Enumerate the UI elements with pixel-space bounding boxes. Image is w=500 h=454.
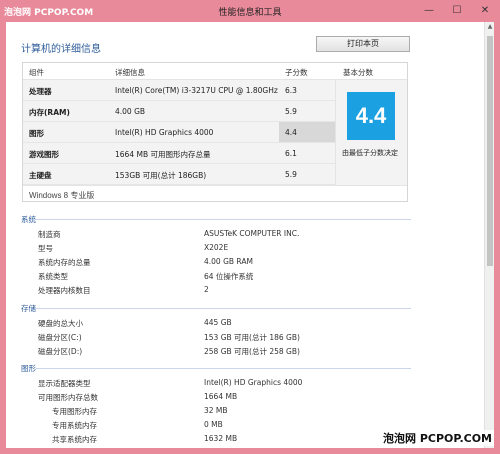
column-details: 详细信息 [115, 68, 145, 77]
row-name: 主硬盘 [29, 171, 52, 180]
detail-row: 制造商 ASUSTeK COMPUTER INC. [38, 229, 398, 241]
vertical-scrollbar[interactable]: ▲ ▼ [484, 22, 494, 448]
detail-row: 磁盘分区(D:) 258 GB 可用(总计 258 GB) [38, 346, 398, 358]
rating-table: 组件 详细信息 子分数 基本分数 处理器 Intel(R) Core(TM) i… [22, 62, 408, 202]
detail-label: 专用系统内存 [52, 421, 97, 430]
column-component: 组件 [29, 68, 44, 77]
detail-value: 64 位操作系统 [204, 272, 254, 281]
rating-row-processor: 处理器 Intel(R) Core(TM) i3-3217U CPU @ 1.8… [23, 80, 335, 101]
detail-value: 32 MB [204, 406, 228, 415]
page-title: 计算机的详细信息 [21, 44, 101, 55]
section-divider [36, 219, 411, 220]
row-detail: Intel(R) Core(TM) i3-3217U CPU @ 1.80GHz [115, 86, 278, 95]
row-score: 5.9 [285, 107, 297, 116]
row-score: 4.4 [285, 128, 297, 137]
rating-row-primary-disk: 主硬盘 153GB 可用(总计 186GB) 5.9 [23, 164, 335, 185]
detail-label: 磁盘分区(D:) [38, 347, 83, 356]
detail-value: 258 GB 可用(总计 258 GB) [204, 347, 300, 356]
row-name: 游戏图形 [29, 150, 59, 159]
section-divider [36, 368, 411, 369]
detail-row: 型号 X202E [38, 243, 398, 255]
section-divider [36, 308, 411, 309]
watermark-bottom: 泡泡网 PCPOP.COM [381, 430, 494, 446]
detail-label: 处理器内核数目 [38, 286, 91, 295]
detail-row: 系统类型 64 位操作系统 [38, 271, 398, 283]
detail-row: 显示适配器类型 Intel(R) HD Graphics 4000 [38, 378, 398, 390]
detail-value: 1664 MB [204, 392, 238, 401]
section-storage-title: 存储 [21, 304, 36, 313]
detail-value: ASUSTeK COMPUTER INC. [204, 229, 300, 238]
detail-label: 专用图形内存 [52, 407, 97, 416]
row-score: 6.1 [285, 149, 297, 158]
detail-value: X202E [204, 243, 229, 252]
detail-value: 0 MB [204, 420, 223, 429]
row-score: 5.9 [285, 170, 297, 179]
detail-label: 制造商 [38, 230, 61, 239]
client-area: 计算机的详细信息 打印本页 组件 详细信息 子分数 基本分数 处理器 Intel… [6, 22, 494, 448]
detail-row: 专用系统内存 0 MB [38, 420, 398, 432]
detail-row: 处理器内核数目 2 [38, 285, 398, 297]
base-score-panel: 4.4 由最低子分数决定 [335, 80, 407, 185]
detail-value: 153 GB 可用(总计 186 GB) [204, 333, 300, 342]
detail-label: 型号 [38, 244, 53, 253]
rating-row-memory: 内存(RAM) 4.00 GB 5.9 [23, 101, 335, 122]
detail-row: 系统内存的总量 4.00 GB RAM [38, 257, 398, 269]
detail-label: 硬盘的总大小 [38, 319, 83, 328]
row-detail: 1664 MB 可用图形内存总量 [115, 150, 211, 159]
detail-label: 系统类型 [38, 272, 68, 281]
detail-value: 445 GB [204, 318, 232, 327]
row-score: 6.3 [285, 86, 297, 95]
detail-row: 可用图形内存总数 1664 MB [38, 392, 398, 404]
rating-row-graphics: 图形 Intel(R) HD Graphics 4000 4.4 [23, 122, 335, 143]
base-score-caption: 由最低子分数决定 [342, 149, 398, 157]
detail-row: 专用图形内存 32 MB [38, 406, 398, 418]
column-subscore: 子分数 [285, 68, 308, 77]
maximize-button[interactable]: ☐ [448, 4, 466, 18]
detail-label: 可用图形内存总数 [38, 393, 98, 402]
column-base-score: 基本分数 [343, 68, 373, 77]
section-system-title: 系统 [21, 215, 36, 224]
detail-value: Intel(R) HD Graphics 4000 [204, 378, 303, 387]
base-score-tile: 4.4 [347, 92, 395, 140]
row-name: 内存(RAM) [29, 108, 70, 117]
detail-value: 2 [204, 285, 209, 294]
section-graphics-title: 图形 [21, 364, 36, 373]
os-edition-row: Windows 8 专业版 [23, 185, 407, 201]
detail-row: 硬盘的总大小 445 GB [38, 318, 398, 330]
minimize-button[interactable]: — [420, 4, 438, 18]
detail-value: 4.00 GB RAM [204, 257, 253, 266]
detail-value: 1632 MB [204, 434, 238, 443]
close-button[interactable]: ✕ [476, 4, 494, 18]
detail-label: 磁盘分区(C:) [38, 333, 82, 342]
scroll-up-arrow-icon[interactable]: ▲ [486, 23, 494, 33]
scrollbar-thumb[interactable] [487, 36, 493, 266]
row-name: 处理器 [29, 87, 52, 96]
row-name: 图形 [29, 129, 44, 138]
print-button[interactable]: 打印本页 [316, 36, 410, 52]
detail-label: 系统内存的总量 [38, 258, 91, 267]
detail-row: 磁盘分区(C:) 153 GB 可用(总计 186 GB) [38, 332, 398, 344]
detail-row: 共享系统内存 1632 MB [38, 434, 398, 446]
row-detail: Intel(R) HD Graphics 4000 [115, 128, 214, 137]
detail-label: 显示适配器类型 [38, 379, 91, 388]
rating-row-gaming-graphics: 游戏图形 1664 MB 可用图形内存总量 6.1 [23, 143, 335, 164]
row-detail: 4.00 GB [115, 107, 146, 116]
title-bar[interactable]: 泡泡网 PCPOP.COM 性能信息和工具 — ☐ ✕ [0, 0, 500, 22]
performance-window: 泡泡网 PCPOP.COM 性能信息和工具 — ☐ ✕ 计算机的详细信息 打印本… [0, 0, 500, 454]
detail-label: 共享系统内存 [52, 435, 97, 444]
window-controls: — ☐ ✕ [420, 4, 494, 18]
row-detail: 153GB 可用(总计 186GB) [115, 171, 207, 180]
rating-table-header: 组件 详细信息 子分数 基本分数 [23, 63, 407, 80]
os-edition: Windows 8 专业版 [29, 191, 95, 200]
